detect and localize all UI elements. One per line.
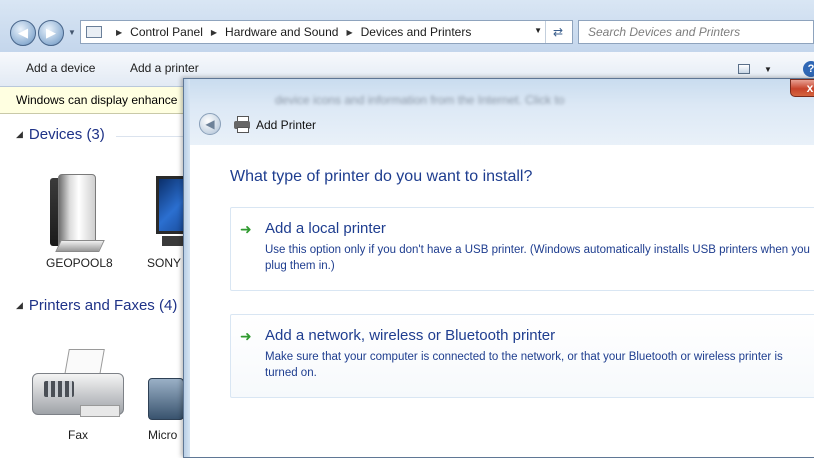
group-header-devices[interactable]: ◢ Devices (3): [16, 126, 105, 143]
view-dropdown-icon[interactable]: ▼: [764, 65, 772, 74]
option-description: Use this option only if you don't have a…: [265, 244, 810, 272]
group-divider: [116, 136, 186, 137]
option-title: Add a network, wireless or Bluetooth pri…: [265, 327, 556, 344]
add-printer-button[interactable]: Add a printer: [130, 61, 199, 75]
refresh-icon[interactable]: ⇄: [545, 21, 570, 43]
device-label-sony[interactable]: SONY: [147, 256, 181, 270]
help-icon[interactable]: ?: [803, 61, 814, 77]
group-header-printers[interactable]: ◢ Printers and Faxes (4): [16, 297, 177, 314]
printer-icon: [234, 116, 250, 133]
control-panel-icon: [86, 26, 102, 38]
breadcrumb-chevron-icon[interactable]: ▶: [346, 28, 352, 37]
option-add-local-printer[interactable]: ➜ Add a local printer Use this option on…: [230, 207, 814, 291]
dialog-title-bar[interactable]: device icons and information from the In…: [190, 79, 814, 145]
dialog-heading: What type of printer do you want to inst…: [230, 168, 533, 185]
breadcrumb-chevron-icon[interactable]: ▶: [211, 28, 217, 37]
option-title: Add a local printer: [265, 220, 386, 237]
breadcrumb-hardware-and-sound[interactable]: Hardware and Sound: [225, 25, 338, 39]
printers-group-label: Printers and Faxes (4): [28, 297, 178, 314]
recent-pages-dropdown-icon[interactable]: ▼: [68, 28, 76, 37]
add-printer-dialog: device icons and information from the In…: [183, 78, 814, 458]
dialog-title: Add Printer: [256, 118, 317, 132]
collapse-triangle-icon[interactable]: ◢: [16, 129, 23, 139]
devices-group-label: Devices (3): [28, 126, 105, 143]
option-add-network-printer[interactable]: ➜ Add a network, wireless or Bluetooth p…: [230, 314, 814, 398]
green-arrow-icon: ➜: [240, 328, 252, 344]
address-bar[interactable]: ▶ Control Panel ▶ Hardware and Sound ▶ D…: [80, 20, 573, 44]
dialog-back-button[interactable]: ◀: [199, 113, 221, 135]
external-drive-icon[interactable]: [46, 168, 105, 252]
blurred-background-text: device icons and information from the In…: [275, 93, 565, 107]
printer-icon[interactable]: [148, 378, 184, 420]
address-dropdown-icon[interactable]: ▼: [534, 26, 542, 35]
forward-button[interactable]: ▶: [38, 20, 64, 46]
back-button[interactable]: ◀: [10, 20, 36, 46]
fax-icon[interactable]: [28, 345, 128, 423]
green-arrow-icon: ➜: [240, 221, 252, 237]
collapse-triangle-icon[interactable]: ◢: [16, 300, 23, 310]
info-bar-text: Windows can display enhance: [16, 93, 178, 107]
search-input[interactable]: Search Devices and Printers: [578, 20, 814, 44]
option-description: Make sure that your computer is connecte…: [265, 351, 783, 379]
device-label-geopool8[interactable]: GEOPOOL8: [46, 256, 113, 270]
printer-label-micro[interactable]: Micro: [148, 428, 177, 442]
add-device-button[interactable]: Add a device: [26, 61, 95, 75]
change-view-icon[interactable]: [738, 64, 750, 74]
printer-label-fax[interactable]: Fax: [68, 428, 88, 442]
breadcrumb-devices-and-printers[interactable]: Devices and Printers: [361, 25, 472, 39]
breadcrumb-control-panel[interactable]: Control Panel: [130, 25, 203, 39]
close-button[interactable]: x: [790, 79, 814, 97]
breadcrumb-chevron-icon[interactable]: ▶: [116, 28, 122, 37]
explorer-title-area: ◀ ▶ ▼ ▶ Control Panel ▶ Hardware and Sou…: [0, 0, 814, 52]
